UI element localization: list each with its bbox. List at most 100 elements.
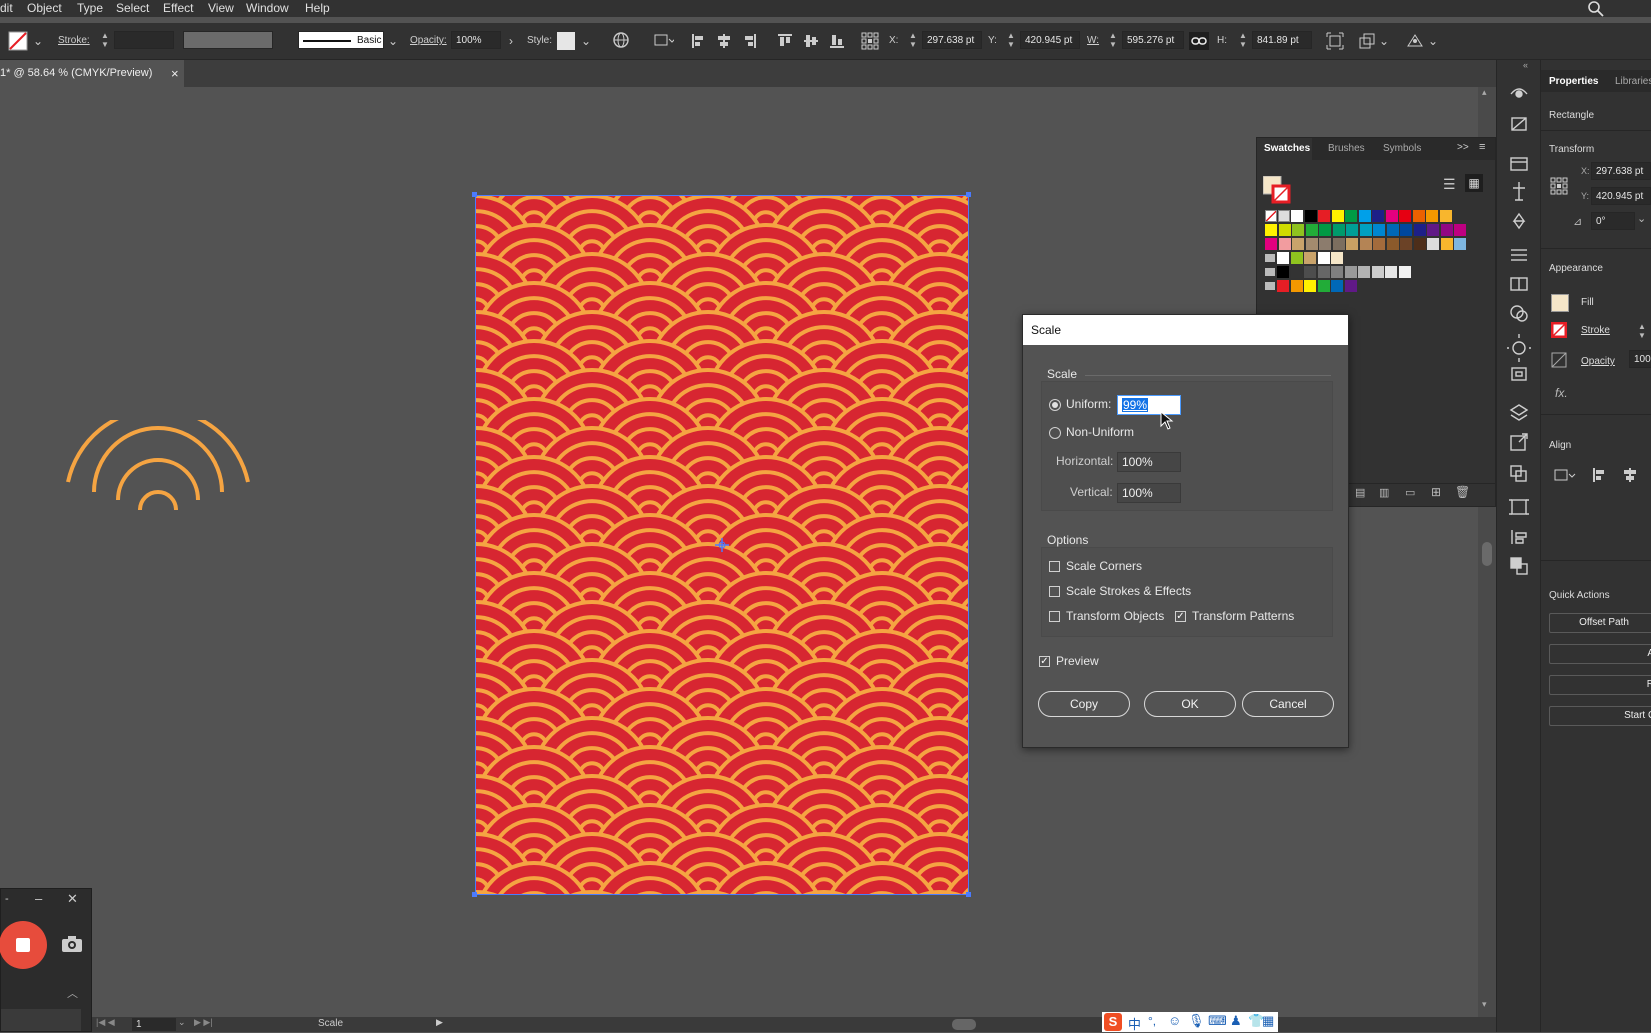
w-field[interactable]: 595.276 pt	[1122, 31, 1184, 49]
tab-symbols[interactable]: Symbols	[1383, 143, 1421, 154]
x-field[interactable]: 297.638 pt	[922, 31, 982, 49]
color-swatch[interactable]	[1292, 224, 1304, 236]
reference-point-icon[interactable]	[860, 31, 880, 51]
preview-checkbox[interactable]: ✓	[1039, 656, 1050, 667]
stroke-label[interactable]: Stroke:	[58, 35, 90, 46]
color-swatch[interactable]	[1319, 238, 1331, 250]
color-swatch[interactable]	[1399, 210, 1411, 222]
color-swatch[interactable]	[1290, 266, 1303, 278]
wave-motif-artwork[interactable]	[60, 420, 260, 520]
color-swatch[interactable]	[1277, 252, 1289, 264]
y-spinner[interactable]: ▲ ▼	[1006, 31, 1016, 49]
color-swatch[interactable]	[1317, 280, 1330, 292]
start-global-edit-button[interactable]: Start Gl	[1549, 706, 1651, 726]
chevron-down-icon[interactable]: ⌄	[385, 33, 401, 49]
color-swatch[interactable]	[1304, 266, 1316, 278]
quick-action-button-r[interactable]: R	[1549, 675, 1651, 695]
ime-language-toggle[interactable]: 中	[1128, 1014, 1141, 1033]
color-swatch[interactable]	[1372, 210, 1384, 222]
scroll-down-icon[interactable]: ▾	[1482, 999, 1487, 1010]
quick-action-button-a[interactable]: A	[1549, 644, 1651, 664]
new-swatch-icon[interactable]: ⊞	[1431, 485, 1441, 499]
menu-view[interactable]: View	[208, 1, 234, 15]
color-swatch[interactable]	[1319, 224, 1331, 236]
menu-help[interactable]: Help	[305, 1, 330, 15]
color-swatch[interactable]	[1344, 266, 1357, 278]
chevron-down-icon[interactable]: ⌄	[1425, 33, 1441, 49]
fx-icon[interactable]: fx.	[1555, 386, 1568, 400]
recorder-menu-icon[interactable]: -	[5, 893, 9, 905]
ok-button[interactable]: OK	[1144, 691, 1236, 717]
chevron-up-icon[interactable]: ︿	[67, 985, 78, 1001]
scale-strokes-label[interactable]: Scale Strokes & Effects	[1066, 584, 1191, 598]
trash-icon[interactable]: 🗑	[1455, 485, 1470, 499]
non-uniform-label[interactable]: Non-Uniform	[1066, 425, 1134, 439]
transform-objects-label[interactable]: Transform Objects	[1066, 609, 1164, 623]
color-swatch[interactable]	[1332, 224, 1345, 236]
color-swatch[interactable]	[1345, 210, 1357, 222]
color-swatch[interactable]	[1277, 280, 1289, 292]
stroke-swatch-icon[interactable]	[1551, 322, 1567, 338]
chevron-down-icon[interactable]: ⌄	[1376, 33, 1392, 49]
puppet-warp-icon[interactable]	[1406, 32, 1424, 50]
color-swatch[interactable]	[1291, 210, 1303, 222]
x-spinner[interactable]: ▲ ▼	[908, 31, 918, 49]
panel-menu-icon[interactable]: ≡	[1479, 141, 1485, 153]
menu-object[interactable]: Object	[27, 1, 62, 15]
color-swatch[interactable]	[1346, 224, 1358, 236]
scale-corners-label[interactable]: Scale Corners	[1066, 559, 1142, 573]
color-swatch[interactable]	[1373, 224, 1385, 236]
color-swatch[interactable]	[1331, 266, 1343, 278]
opacity-label[interactable]: Opacity:	[410, 35, 447, 46]
color-swatch[interactable]	[1331, 252, 1343, 264]
color-swatch[interactable]	[1439, 210, 1452, 222]
selection-handle[interactable]	[472, 892, 477, 897]
align-to-icon[interactable]	[652, 31, 674, 49]
tab-swatches[interactable]: Swatches	[1264, 143, 1310, 154]
color-swatch[interactable]	[1386, 224, 1399, 236]
ime-punctuation-icon[interactable]: °,	[1148, 1014, 1156, 1028]
align-buttons-icon[interactable]	[1553, 466, 1651, 484]
color-swatch[interactable]	[1400, 238, 1412, 250]
selection-handle[interactable]	[966, 192, 971, 197]
color-swatch[interactable]	[1317, 252, 1330, 264]
ime-voice-icon[interactable]: 🎙	[1188, 1013, 1205, 1029]
color-swatch[interactable]	[1413, 238, 1426, 250]
offset-path-button[interactable]: Offset Path	[1549, 613, 1651, 633]
stroke-label[interactable]: Stroke	[1581, 325, 1610, 336]
chevron-down-icon[interactable]: ⌄	[578, 33, 594, 49]
preview-label[interactable]: Preview	[1056, 654, 1099, 668]
ime-keyboard-icon[interactable]: ⌨	[1208, 1013, 1227, 1029]
panel-icons-column[interactable]	[1507, 74, 1531, 644]
color-swatch[interactable]	[1292, 238, 1304, 250]
align-buttons-icon[interactable]	[690, 32, 850, 50]
color-swatch[interactable]	[1413, 224, 1426, 236]
horizontal-input[interactable]: 100%	[1117, 452, 1181, 472]
color-swatch[interactable]	[1385, 266, 1397, 278]
close-icon[interactable]: ✕	[67, 891, 78, 907]
color-swatch[interactable]	[1304, 210, 1317, 222]
color-swatch[interactable]	[1344, 280, 1357, 292]
constrain-link-icon[interactable]	[1189, 32, 1209, 50]
color-swatch[interactable]	[1371, 266, 1384, 278]
chevron-down-icon[interactable]: ⌄	[1637, 212, 1646, 225]
color-swatch[interactable]	[1385, 210, 1398, 222]
fill-stroke-proxy-icon[interactable]	[1263, 176, 1291, 204]
copy-button[interactable]: Copy	[1038, 691, 1130, 717]
color-swatch[interactable]	[1454, 224, 1466, 236]
stroke-spinner[interactable]: ▲ ▼	[100, 31, 110, 49]
menu-type[interactable]: Type	[77, 1, 103, 15]
dialog-title[interactable]: Scale	[1023, 315, 1348, 345]
recolor-globe-icon[interactable]	[612, 31, 630, 49]
color-swatch[interactable]	[1305, 224, 1318, 236]
uniform-radio[interactable]	[1049, 399, 1061, 411]
color-swatch[interactable]	[1440, 238, 1453, 250]
folder-icon[interactable]: ▭	[1405, 486, 1415, 499]
opacity-field[interactable]: 100%	[1629, 350, 1651, 368]
style-swatch[interactable]	[557, 32, 575, 50]
color-group-folder-icon[interactable]	[1265, 282, 1275, 290]
color-swatch[interactable]	[1412, 210, 1425, 222]
color-swatch[interactable]	[1290, 252, 1303, 264]
horizontal-scroll-thumb[interactable]	[952, 1019, 976, 1030]
sogou-logo-icon[interactable]: S	[1104, 1013, 1122, 1031]
